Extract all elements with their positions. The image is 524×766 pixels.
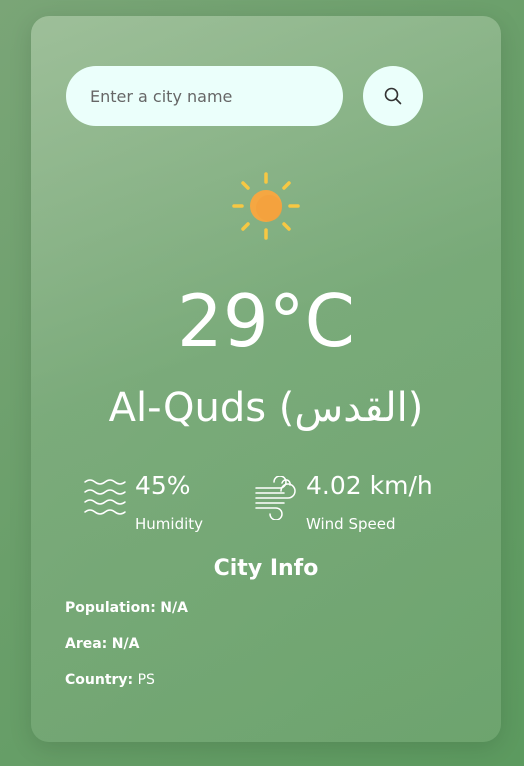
wind-value: 4.02 km/h <box>306 471 433 500</box>
weather-card: 29°C Al-Quds (القدس) 45% Humidity 4.0 <box>31 16 501 742</box>
population-value: N/A <box>160 600 188 616</box>
area-value: N/A <box>111 636 140 652</box>
population-line: Population: N/A <box>65 598 188 618</box>
humidity-value: 45% <box>135 471 191 500</box>
city-info-title: City Info <box>213 556 319 581</box>
search-input[interactable] <box>66 66 343 126</box>
city-name: Al-Quds (القدس) <box>108 385 424 431</box>
search-button[interactable] <box>363 66 423 126</box>
search-icon <box>384 87 402 105</box>
temperature: 29°C <box>177 279 355 363</box>
wind-label: Wind Speed <box>306 515 396 533</box>
sun-icon <box>232 172 300 240</box>
country-label: Country: <box>65 672 134 688</box>
humidity-waves-icon <box>84 479 126 515</box>
search-bar <box>66 66 466 126</box>
population-label: Population: <box>65 600 156 616</box>
country-line: Country: PS <box>65 670 155 690</box>
area-label: Area: <box>65 636 108 652</box>
country-value: PS <box>137 672 155 688</box>
area-line: Area: N/A <box>65 634 139 654</box>
humidity-label: Humidity <box>135 515 204 533</box>
wind-icon <box>255 476 296 520</box>
